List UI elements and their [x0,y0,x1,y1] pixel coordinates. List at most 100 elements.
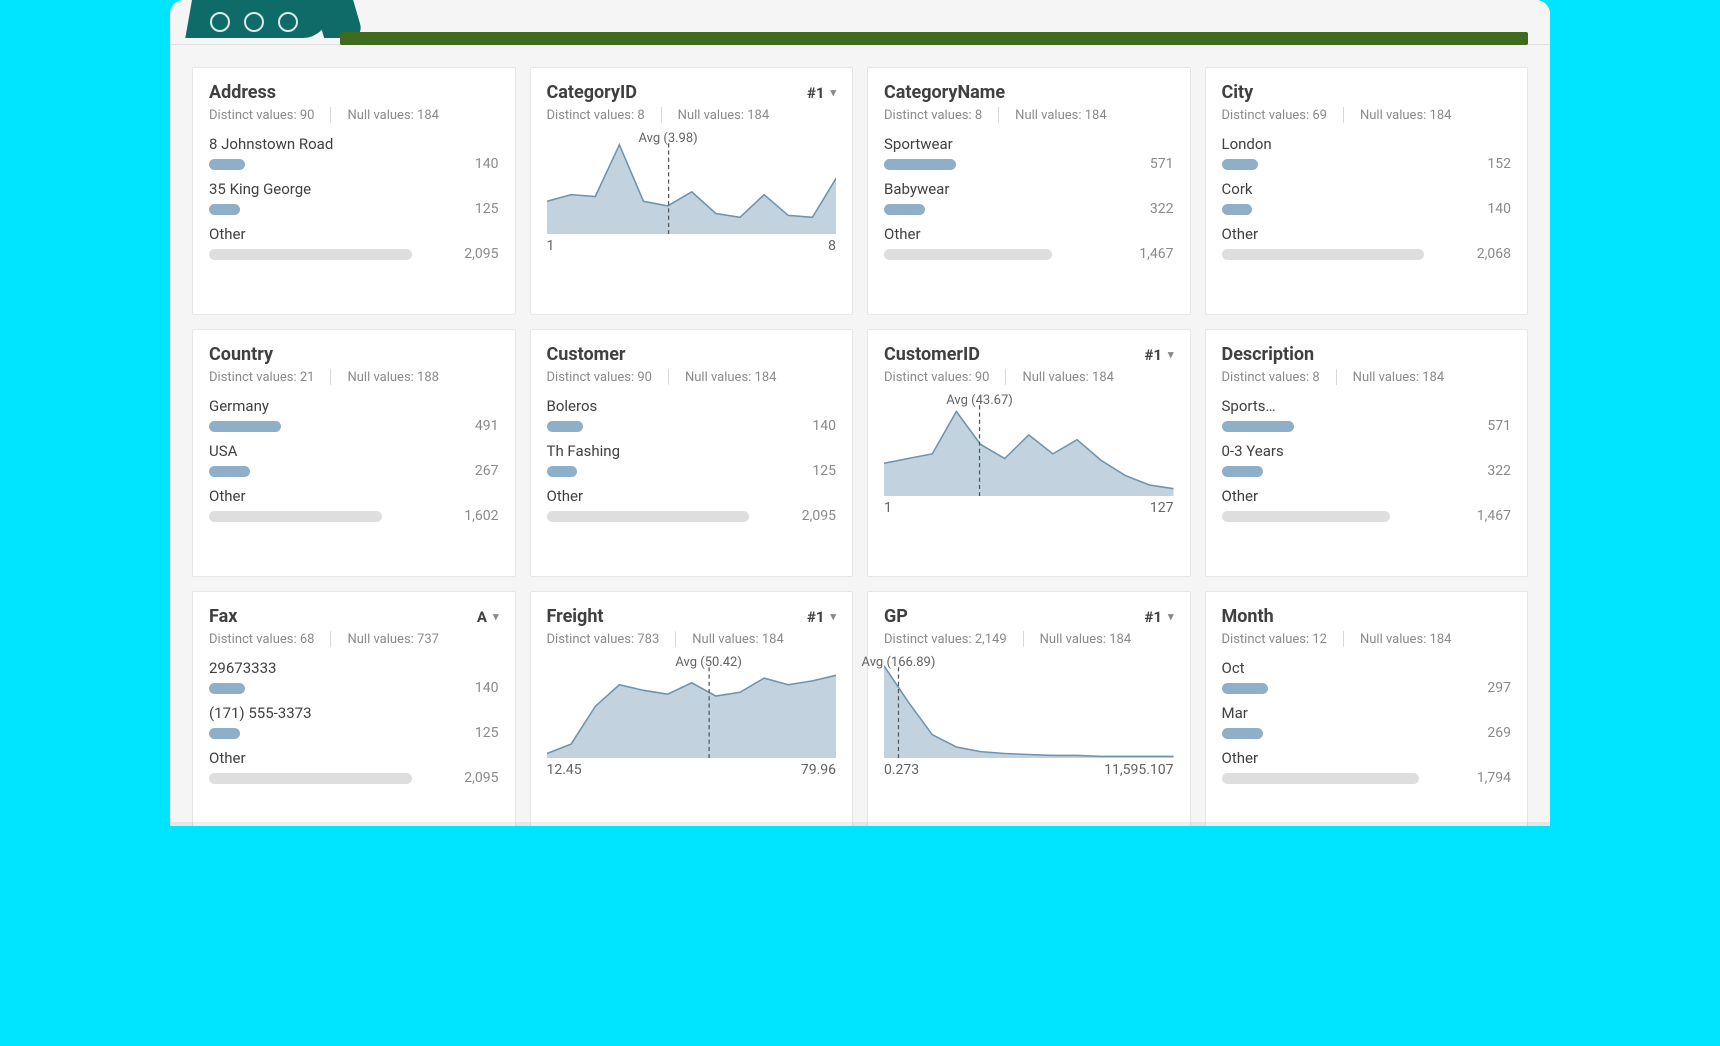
field-card[interactable]: DescriptionDistinct values: 8Null values… [1205,329,1529,577]
type-badge-text[interactable]: A▾ [477,608,499,626]
null-values: Null values: 188 [347,370,438,385]
bar-fill [209,773,412,784]
x-min: 0.273 [884,762,919,778]
distribution-chart: Avg (43.67)1127 [884,397,1174,564]
value-item[interactable]: Other1,794 [1222,749,1512,786]
window-dot-icon[interactable] [244,12,264,32]
value-item[interactable]: Oct297 [1222,659,1512,696]
window-dot-icon[interactable] [278,12,298,32]
bar-fill [1222,466,1263,477]
field-card[interactable]: CityDistinct values: 69Null values: 184L… [1205,67,1529,315]
value-item[interactable]: London152 [1222,135,1512,172]
value-item[interactable]: 8 Johnstown Road140 [209,135,499,172]
field-card[interactable]: Country Distinct values: 21 Null values: 1… [192,329,516,577]
null-values: Null values: 184 [685,370,776,385]
value-item[interactable]: Other 2,095 [209,749,499,786]
item-value: 140 [812,418,836,434]
value-item[interactable]: Sports…571 [1222,397,1512,434]
bar-fill [209,159,245,170]
bar-fill [547,421,583,432]
x-min: 12.45 [547,762,582,778]
x-axis: 12.4579.96 [547,762,837,778]
field-card[interactable]: CategoryNameDistinct values: 8Null value… [867,67,1191,315]
x-axis: 0.27311,595.107 [884,762,1174,778]
type-badge-numeric[interactable]: #1▾ [1144,608,1173,626]
field-card[interactable]: Freight#1▾Distinct values: 783Null value… [530,591,854,826]
item-label: Other [209,749,499,767]
field-card[interactable]: GP#1▾Distinct values: 2,149Null values: … [867,591,1191,826]
item-label: Mar [1222,704,1512,722]
window-controls [210,12,298,32]
distinct-values: Distinct values: 21 [209,370,314,385]
x-max: 127 [1150,500,1174,516]
bar-fill [209,511,382,522]
item-value: 1,602 [464,508,498,524]
value-item[interactable]: Other1,602 [209,487,499,524]
card-meta: Distinct values: 783Null values: 184 [547,631,837,647]
item-value: 571 [1487,418,1511,434]
bar-fill [1222,511,1390,522]
url-bar[interactable] [340,32,1528,45]
item-label: Other [1222,487,1512,505]
field-card[interactable]: FaxA▾Distinct values: 68Null values: 737… [192,591,516,826]
null-values: Null values: 184 [1022,370,1113,385]
x-min: 1 [547,238,555,254]
type-badge-numeric[interactable]: #1 ▾ [807,608,836,626]
value-item[interactable]: Th Fashing125 [547,442,837,479]
type-badge-numeric[interactable]: #1▾ [1144,346,1173,364]
value-item[interactable]: Other 1,467 [1222,487,1512,524]
value-item[interactable]: Babywear322 [884,180,1174,217]
item-label: Cork [1222,180,1512,198]
item-value: 1,467 [1477,508,1511,524]
value-item[interactable]: Boleros140 [547,397,837,434]
item-label: Other [209,225,499,243]
bar-fill [547,511,750,522]
badge-label: #1 [807,608,825,626]
field-card[interactable]: CategoryID#1▾Distinct values: 8Null valu… [530,67,854,315]
value-item[interactable]: Other2,068 [1222,225,1512,262]
item-label: London [1222,135,1512,153]
value-item[interactable]: 29673333140 [209,659,499,696]
value-item[interactable]: Other2,095 [209,225,499,262]
value-item[interactable]: Other2,095 [547,487,837,524]
value-item[interactable]: Other1,467 [884,225,1174,262]
bar-fill [209,249,412,260]
field-card[interactable]: AddressDistinct values: 90Null values: 1… [192,67,516,315]
sparkline-svg [884,397,1174,496]
card-title-row: Description [1222,344,1512,365]
chevron-down-icon: ▾ [493,610,499,623]
value-item[interactable]: USA267 [209,442,499,479]
field-card[interactable]: CustomerDistinct values: 90Null values: … [530,329,854,577]
card-meta: Distinct values: 2,149Null values: 184 [884,631,1174,647]
value-item[interactable]: (171) 555-3373125 [209,704,499,741]
item-value: 2,095 [464,770,498,786]
card-title: City [1222,82,1254,103]
null-values: Null values: 184 [1360,632,1451,647]
field-card[interactable]: MonthDistinct values: 12Null values: 184… [1205,591,1529,826]
item-label: Other [1222,225,1512,243]
value-item[interactable]: Cork140 [1222,180,1512,217]
item-value: 2,095 [802,508,836,524]
value-item[interactable]: Sportwear571 [884,135,1174,172]
type-badge-numeric[interactable]: #1▾ [807,84,836,102]
chevron-down-icon: ▾ [830,610,836,623]
card-meta: Distinct values: 12 Null values: 184 [1222,631,1512,647]
field-card[interactable]: CustomerID#1▾Distinct values: 90Null val… [867,329,1191,577]
value-item[interactable]: Germany491 [209,397,499,434]
value-item[interactable]: Mar269 [1222,704,1512,741]
window-dot-icon[interactable] [210,12,230,32]
distinct-values: Distinct values: 12 [1222,632,1327,647]
card-title-row: Country [209,344,499,365]
item-value: 125 [475,725,499,741]
distinct-values: Distinct values: 8 [547,108,645,123]
meta-separator [675,631,676,647]
item-value: 140 [475,680,499,696]
browser-chrome [170,0,1550,45]
item-value: 322 [1487,463,1511,479]
value-item[interactable]: 35 King George125 [209,180,499,217]
distinct-values: Distinct values: 68 [209,632,314,647]
card-title: CategoryID [547,82,637,103]
value-item[interactable]: 0-3 Years322 [1222,442,1512,479]
card-title-row: Freight#1▾ [547,606,837,627]
x-max: 8 [828,238,836,254]
